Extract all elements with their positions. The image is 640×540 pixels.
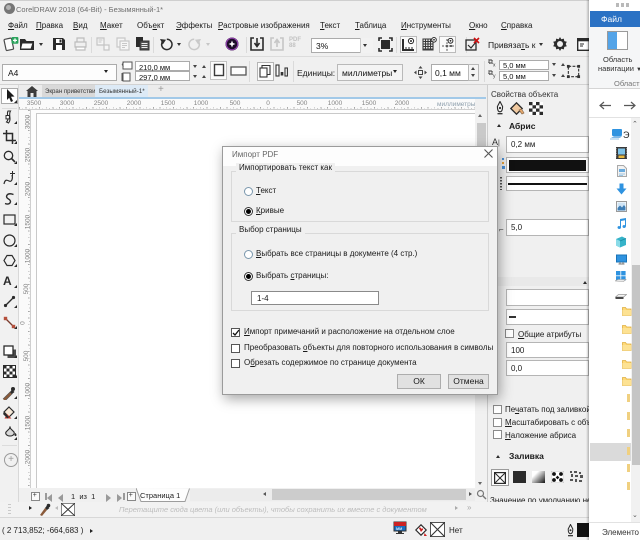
- svg-text:мм: мм: [396, 526, 402, 531]
